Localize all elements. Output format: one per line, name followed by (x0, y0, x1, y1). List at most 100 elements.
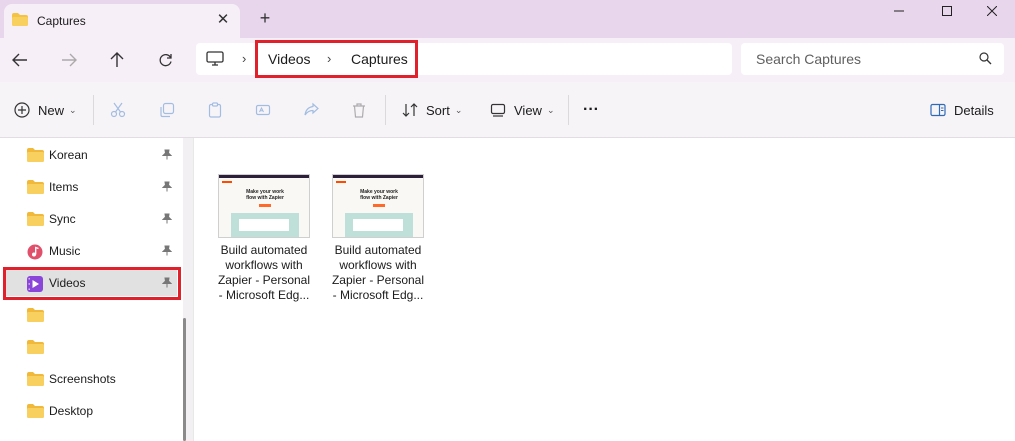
details-label: Details (954, 102, 994, 118)
forward-button[interactable] (56, 48, 82, 72)
zapier-logo-icon (222, 181, 232, 183)
video-thumbnail[interactable]: Make your work flow with Zapier (218, 174, 310, 238)
new-label: New (38, 102, 65, 118)
pin-icon[interactable] (162, 181, 172, 192)
pin-icon[interactable] (162, 245, 172, 256)
sidebar-item-label: Sync (49, 212, 76, 226)
tab-captures[interactable]: Captures ✕ (4, 4, 240, 38)
up-button[interactable] (104, 48, 130, 72)
video-thumbnail[interactable]: Make your work flow with Zapier (332, 174, 424, 238)
trash-icon (353, 103, 365, 118)
share-button[interactable] (303, 98, 319, 122)
thumbnail-bar (219, 175, 309, 178)
share-icon (304, 102, 319, 116)
refresh-button[interactable] (152, 48, 178, 72)
sidebar-item-screenshots[interactable]: Screenshots (5, 364, 177, 392)
folder-icon (27, 180, 44, 194)
title-bar: Captures ✕ + (0, 0, 1015, 38)
sidebar-item-label: Items (49, 180, 79, 194)
thumbnail-card (239, 219, 289, 231)
search-box[interactable]: Search Captures (741, 43, 1004, 75)
chevron-down-icon: ⌄ (546, 104, 555, 115)
navigation-bar: › Videos › Captures Search Captures (0, 38, 1015, 82)
view-button[interactable]: View ⌄ (490, 98, 555, 122)
rename-button[interactable] (255, 98, 271, 122)
view-icon (490, 103, 506, 117)
zapier-logo-icon (336, 181, 346, 183)
copy-button[interactable] (159, 98, 175, 122)
thumbnail-card (353, 219, 403, 231)
command-bar: New ⌄ Sort ⌄ View ⌄ ··· Details (0, 82, 1015, 138)
minimize-icon (894, 10, 904, 12)
folder-icon (27, 212, 44, 226)
folder-icon (27, 340, 44, 354)
breadcrumb-highlight (255, 40, 418, 78)
folder-icon (27, 404, 44, 418)
file-item[interactable]: Make your work flow with Zapier Build au… (330, 174, 426, 303)
more-options-button[interactable]: ··· (583, 98, 599, 122)
folder-icon (27, 148, 44, 162)
thumbnail-bar (333, 175, 423, 178)
sidebar-item-sync[interactable]: Sync (5, 204, 177, 232)
sidebar-highlight (3, 267, 181, 300)
sidebar-item-items[interactable]: Items (5, 172, 177, 200)
divider (385, 95, 386, 125)
copy-icon (160, 102, 175, 118)
cut-button[interactable] (110, 98, 126, 122)
thumbnail-heading: Make your work flow with Zapier (246, 189, 284, 201)
tab-title: Captures (37, 14, 86, 28)
thumbnail-heading: Make your work flow with Zapier (360, 189, 398, 201)
this-pc-icon[interactable] (206, 51, 224, 67)
back-button[interactable] (7, 48, 33, 72)
divider (93, 95, 94, 125)
details-button[interactable]: Details (930, 98, 994, 122)
thumbnail-cta (259, 204, 271, 207)
search-icon[interactable] (979, 52, 992, 65)
sort-icon (402, 103, 418, 117)
sidebar-item-music[interactable]: Music (5, 236, 177, 264)
tab-close-button[interactable]: ✕ (214, 11, 232, 29)
folder-icon (27, 308, 44, 322)
delete-button[interactable] (351, 98, 367, 122)
paste-button[interactable] (207, 98, 223, 122)
sidebar-item-label: Korean (49, 148, 88, 162)
file-name[interactable]: Build automated workflows with Zapier - … (330, 243, 426, 303)
sidebar-item-label: Music (49, 244, 81, 258)
arrow-left-icon (12, 53, 27, 67)
add-circle-icon (14, 102, 30, 118)
thumbnail-cta (373, 204, 385, 207)
sort-label: Sort (426, 102, 450, 118)
file-item[interactable]: Make your work flow with Zapier Build au… (216, 174, 312, 303)
sort-button[interactable]: Sort ⌄ (402, 98, 462, 122)
search-input[interactable]: Search Captures (756, 51, 861, 67)
details-pane-icon (930, 103, 946, 117)
maximize-button[interactable] (924, 0, 970, 22)
sidebar-item-label: Screenshots (49, 372, 116, 386)
sidebar-item-unnamed-folder[interactable] (5, 300, 177, 328)
folder-icon (12, 13, 28, 26)
minimize-button[interactable] (876, 0, 922, 22)
file-list: Make your work flow with Zapier Build au… (194, 138, 1015, 441)
pin-icon[interactable] (162, 149, 172, 160)
rename-icon (255, 104, 271, 116)
chevron-down-icon: ⌄ (69, 104, 77, 115)
scissors-icon (110, 102, 126, 118)
new-tab-button[interactable]: + (256, 9, 274, 27)
chevron-down-icon: ⌄ (454, 104, 463, 115)
sidebar-item-unnamed-folder[interactable] (5, 332, 177, 360)
sidebar-item-korean[interactable]: Korean (5, 140, 177, 168)
refresh-icon (159, 53, 172, 66)
sidebar-scrollbar[interactable] (183, 318, 186, 441)
close-window-button[interactable] (969, 0, 1015, 22)
file-name[interactable]: Build automated workflows with Zapier - … (216, 243, 312, 303)
sidebar-item-desktop[interactable]: Desktop (5, 396, 177, 424)
divider (568, 95, 569, 125)
view-label: View (514, 102, 542, 118)
more-icon: ··· (583, 101, 599, 118)
close-icon (987, 6, 997, 16)
pin-icon[interactable] (162, 213, 172, 224)
breadcrumb-separator[interactable]: › (242, 51, 246, 66)
sidebar-item-label: Desktop (49, 404, 94, 418)
clipboard-icon (208, 102, 222, 118)
new-button[interactable]: New ⌄ (14, 98, 77, 122)
